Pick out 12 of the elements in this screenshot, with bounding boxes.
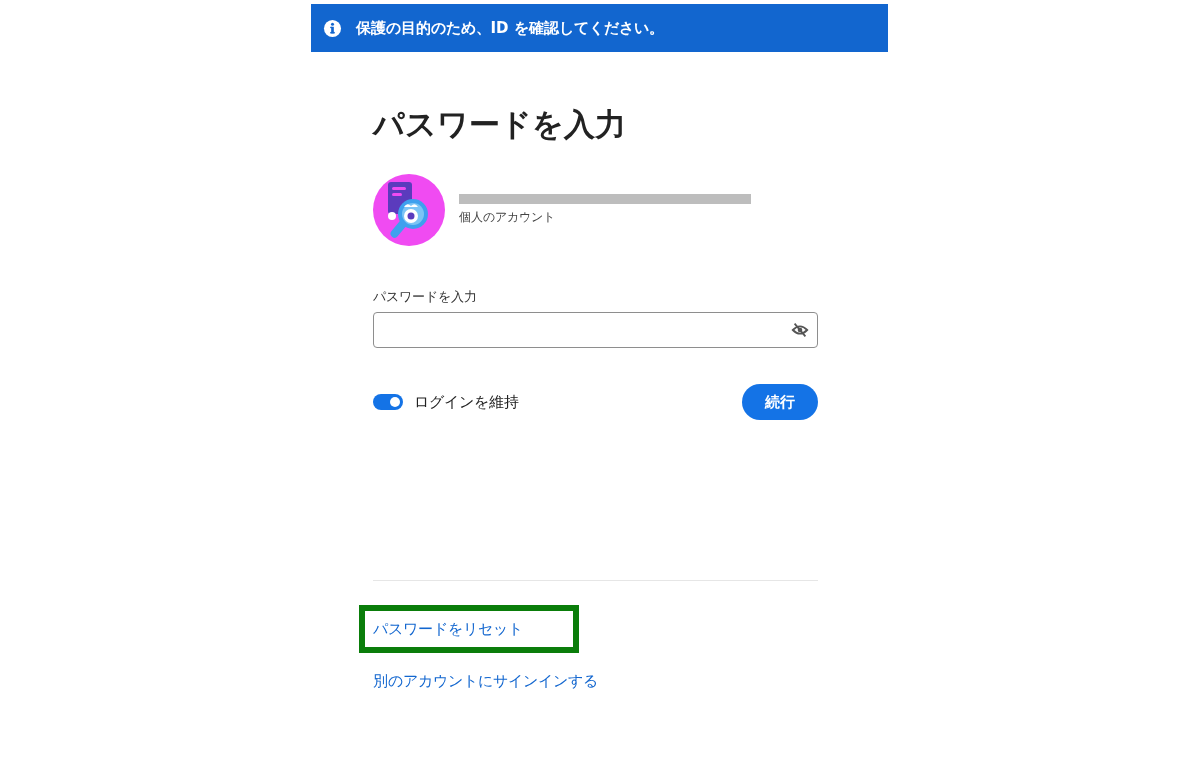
info-icon [322,18,342,38]
continue-button[interactable]: 続行 [741,384,818,420]
password-field[interactable] [372,312,818,348]
password-label: パスワードを入力 [372,288,478,306]
banner-text: 保護の目的のため、ID を確認してください。 [355,18,664,38]
text-link[interactable]: パスワードをリセット [372,619,523,639]
account-type: 個人のアカウント [458,209,556,226]
page-title: パスワードを入力 [372,105,627,144]
eye-slash-icon[interactable] [790,321,809,339]
text-link[interactable]: 別のアカウントにサインインする [372,671,598,691]
toggle-switch[interactable] [372,394,403,410]
stay-signed-in-label: ログインを維持 [413,392,519,412]
